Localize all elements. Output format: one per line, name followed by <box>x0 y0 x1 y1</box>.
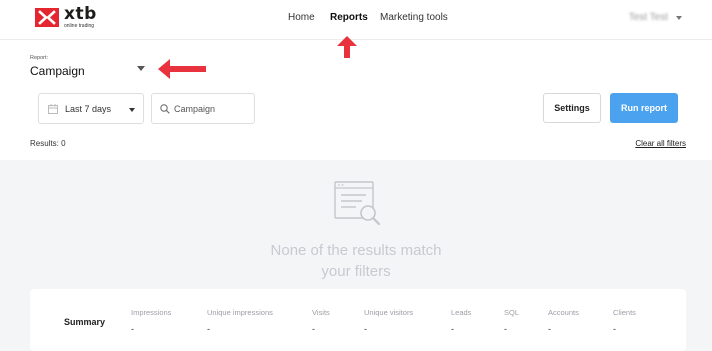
user-name: Test Test <box>628 12 668 23</box>
clear-all-filters-link[interactable]: Clear all filters <box>635 139 686 148</box>
campaign-search-input[interactable] <box>174 102 252 116</box>
run-report-button[interactable]: Run report <box>610 93 678 123</box>
summary-col-value: - <box>131 324 134 334</box>
summary-col-value: - <box>364 324 367 334</box>
chevron-down-icon <box>676 15 682 20</box>
date-range-select[interactable]: Last 7 days <box>38 93 144 124</box>
empty-state-line-2: your filters <box>321 263 391 280</box>
report-value[interactable]: Campaign <box>30 64 85 78</box>
summary-col-label: Leads <box>451 308 472 317</box>
date-range-value: Last 7 days <box>65 104 112 114</box>
summary-col-leads: Leads - <box>451 308 471 334</box>
summary-col-label: Unique visitors <box>364 308 414 317</box>
summary-col-label: Unique impressions <box>207 308 273 317</box>
summary-col-clients: Clients - <box>613 308 636 334</box>
summary-card: Summary Impressions - Unique impressions… <box>30 289 686 351</box>
nav-home[interactable]: Home <box>288 12 315 23</box>
summary-col-value: - <box>613 324 616 334</box>
calendar-icon <box>48 104 58 114</box>
summary-col-label: Visits <box>312 308 330 317</box>
user-menu[interactable]: Test Test <box>629 12 682 23</box>
document-search-icon <box>334 181 381 226</box>
annotation-arrow-left-icon <box>158 59 206 79</box>
summary-col-visits: Visits - <box>312 308 330 334</box>
summary-col-impressions: Impressions - <box>131 308 171 334</box>
summary-col-value: - <box>312 324 315 334</box>
campaign-search-box[interactable] <box>151 93 255 124</box>
search-icon <box>160 104 170 114</box>
summary-col-value: - <box>504 324 507 334</box>
nav-reports[interactable]: Reports <box>330 12 368 23</box>
empty-state-message: None of the results match your filters <box>0 240 712 282</box>
summary-title: Summary <box>64 317 106 327</box>
summary-col-label: Clients <box>613 308 636 317</box>
summary-col-sql: SQL - <box>504 308 519 334</box>
chevron-down-icon <box>129 108 135 112</box>
summary-col-value: - <box>207 324 210 334</box>
annotation-arrow-up-icon <box>337 36 357 58</box>
report-label: Report: <box>30 55 49 61</box>
main-nav: Home Reports Marketing tools <box>0 12 712 26</box>
summary-col-label: Impressions <box>131 308 172 317</box>
settings-button[interactable]: Settings <box>543 93 601 123</box>
summary-col-accounts: Accounts - <box>548 308 579 334</box>
summary-col-unique-visitors: Unique visitors - <box>364 308 413 334</box>
report-dropdown-caret-icon[interactable] <box>137 66 145 71</box>
summary-col-value: - <box>451 324 454 334</box>
empty-state-line-1: None of the results match <box>270 242 442 259</box>
summary-col-value: - <box>548 324 551 334</box>
summary-col-unique-impressions: Unique impressions - <box>207 308 273 334</box>
nav-marketing-tools[interactable]: Marketing tools <box>380 12 448 23</box>
summary-col-label: Accounts <box>548 308 579 317</box>
results-count: Results: 0 <box>30 139 66 148</box>
summary-col-label: SQL <box>504 308 520 317</box>
